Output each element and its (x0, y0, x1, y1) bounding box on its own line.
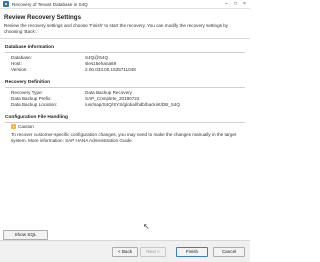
close-icon[interactable]: × (241, 1, 248, 7)
warning-icon: ! (11, 124, 16, 129)
version-label: Version: (11, 67, 28, 72)
wizard-footer: < Back Next > Finish Cancel (0, 240, 250, 262)
window-controls: – □ × (223, 1, 248, 7)
page-title: Review Recovery Settings (4, 14, 82, 21)
backup-prefix-label: Data Backup Prefix: (11, 96, 52, 101)
cancel-button[interactable]: Cancel (213, 247, 245, 257)
backup-prefix-value: SAP_Complete_20190722 (85, 96, 140, 101)
window-title: Recovery of Tenant Database in S4Q (12, 1, 88, 7)
database-value: S4Q@S4Q (85, 55, 109, 60)
section-divider (5, 52, 245, 53)
window-titlebar: Recovery of Tenant Database in S4Q – □ × (0, 0, 250, 9)
back-button[interactable]: < Back (112, 247, 138, 257)
section-divider (5, 87, 245, 88)
app-icon (3, 1, 9, 7)
backup-location-value: /usr/sap/S4Q/SYS/global/hdb/backint/DB_S… (85, 102, 180, 107)
host-label: Host: (11, 61, 22, 66)
wizard-header: Review Recovery Settings Review the reco… (0, 9, 250, 39)
recovery-type-value: Data Backup Recovery (85, 90, 132, 95)
show-sql-statement-button[interactable]: Show SQL Statement (3, 230, 48, 245)
caution-note: To recover customer-specific configurati… (11, 132, 237, 143)
mouse-cursor-icon: ↖ (143, 222, 150, 231)
config-file-handling-title: Configuration File Handling (5, 115, 68, 120)
version-value: 2.00.033.00.1535711048 (85, 67, 136, 72)
database-label: Database: (11, 55, 32, 60)
recovery-type-label: Recovery Type: (11, 90, 43, 95)
section-divider (5, 122, 245, 123)
caution-label: Caution (18, 124, 34, 129)
minimize-icon[interactable]: – (223, 1, 230, 7)
finish-button[interactable]: Finish (176, 247, 208, 257)
next-button[interactable]: Next > (140, 247, 166, 257)
settings-panel: Database Information Database: S4Q@S4Q H… (0, 39, 250, 245)
backup-location-label: Data Backup Location: (11, 102, 58, 107)
page-description: Review the recovery settings and choose … (4, 23, 229, 34)
recovery-definition-title: Recovery Definition (5, 80, 51, 85)
database-information-title: Database Information (5, 45, 55, 50)
maximize-icon[interactable]: □ (232, 1, 239, 7)
host-value: sles15ehana69 (85, 61, 117, 66)
